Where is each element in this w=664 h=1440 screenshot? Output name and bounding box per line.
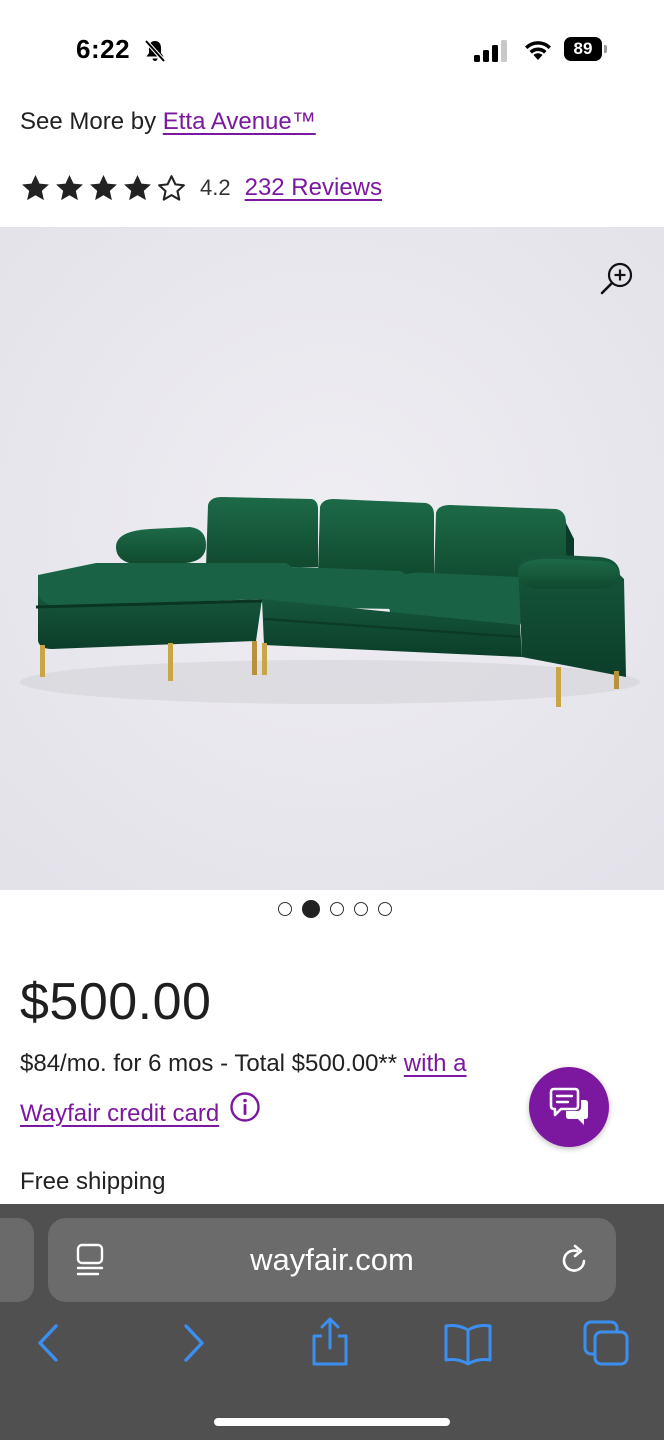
product-price: $500.00: [20, 973, 212, 1031]
back-icon[interactable]: [24, 1316, 76, 1370]
reload-icon[interactable]: [558, 1242, 592, 1278]
star-empty-icon: [158, 174, 185, 201]
reviews-link[interactable]: 232 Reviews: [245, 174, 382, 202]
status-time: 6:22: [76, 34, 131, 64]
wifi-icon: [525, 41, 551, 60]
address-bar[interactable]: wayfair.com: [48, 1218, 616, 1302]
bell-slash-icon: [144, 39, 166, 63]
star-rating: [20, 173, 190, 204]
battery-level: 89: [573, 39, 593, 58]
info-icon[interactable]: [229, 1091, 261, 1123]
star-filled-icon: [22, 174, 49, 200]
carousel-dot[interactable]: [330, 902, 344, 916]
star-filled-icon: [124, 174, 151, 200]
zoom-in-icon[interactable]: [598, 260, 636, 298]
browser-bottom-bar: wayfair.com: [0, 1204, 664, 1440]
share-icon[interactable]: [304, 1316, 356, 1370]
carousel-dots: [0, 900, 664, 918]
credit-card-link[interactable]: Wayfair credit card: [20, 1100, 219, 1128]
cellular-signal-icon: [474, 40, 507, 62]
bookmarks-icon[interactable]: [442, 1316, 494, 1370]
carousel-dot[interactable]: [378, 902, 392, 916]
carousel-dot-active[interactable]: [302, 900, 320, 918]
financing-line: $84/mo. for 6 mos - Total $500.00** with…: [20, 1050, 560, 1078]
carousel-dot[interactable]: [354, 902, 368, 916]
rating-value: 4.2: [200, 175, 231, 200]
brand-line: See More by Etta Avenue™: [20, 108, 316, 136]
chat-button[interactable]: [529, 1067, 609, 1147]
carousel-dot[interactable]: [278, 902, 292, 916]
star-filled-icon: [56, 174, 83, 200]
chat-bubbles-icon: [549, 1087, 588, 1125]
rating-row: 4.2 232 Reviews: [20, 172, 382, 204]
sofa-illustration: [0, 227, 664, 890]
battery-icon: 89: [564, 37, 608, 61]
brand-link[interactable]: Etta Avenue™: [163, 108, 316, 135]
financing-link-start[interactable]: with a: [404, 1050, 467, 1077]
shipping-info: Free shipping: [20, 1168, 166, 1195]
home-indicator: [214, 1418, 450, 1426]
url-text: wayfair.com: [250, 1242, 414, 1277]
financing-line-2: Wayfair credit card: [20, 1092, 261, 1128]
status-bar: 6:22 89: [0, 0, 664, 100]
browser-toolbar: [0, 1316, 664, 1376]
forward-icon[interactable]: [166, 1316, 218, 1370]
financing-text: $84/mo. for 6 mos - Total $500.00**: [20, 1050, 404, 1077]
previous-tab-preview[interactable]: [0, 1218, 34, 1302]
star-filled-icon: [90, 174, 117, 200]
product-image[interactable]: [0, 227, 664, 890]
brand-prefix: See More by: [20, 108, 163, 135]
tabs-icon[interactable]: [580, 1316, 632, 1370]
